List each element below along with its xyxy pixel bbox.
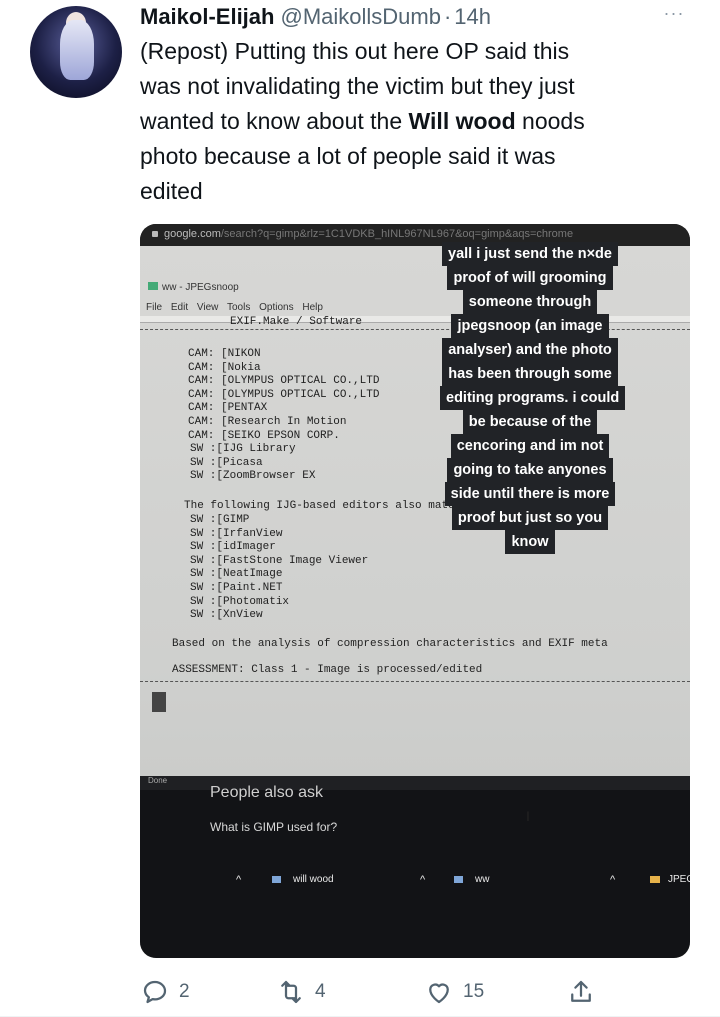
tweet-action-bar: 2 4 15 (140, 972, 700, 1012)
retweet-count: 4 (315, 981, 326, 1002)
tweet-header: Maikol-Elijah @MaikollsDumb · 14h (140, 0, 491, 34)
overlay-line: know (505, 530, 555, 554)
chevron-up-icon: ^ (420, 874, 426, 886)
sw-line: SW :[XnView (190, 609, 263, 622)
overlay-line: be because of the (462, 410, 598, 434)
download-item-label: ww (475, 874, 490, 885)
overlay-line: someone through (462, 290, 598, 314)
sw-line: SW :[ZoomBrowser EX (190, 470, 316, 483)
analysis-line: Based on the analysis of compression cha… (172, 638, 608, 650)
retweet-icon (281, 980, 301, 1004)
share-icon (571, 980, 591, 1002)
thumbnail (152, 692, 166, 712)
text-cursor-icon: I (526, 808, 530, 824)
cam-line: CAM: [PENTAX (188, 402, 268, 415)
tweet-text-fragment: noods (515, 108, 585, 134)
tweet-media-photo[interactable]: google.com/search?q=gimp&rlz=1C1VDKB_hIN… (140, 224, 690, 958)
sw-line: SW :[IJG Library (190, 443, 296, 456)
assessment-line: ASSESSMENT: Class 1 - Image is processed… (172, 664, 483, 676)
cam-line: CAM: [OLYMPUS OPTICAL CO.,LTD (188, 375, 380, 388)
tweet-text: (Repost) Putting this out here OP said t… (140, 34, 700, 209)
cam-line: CAM: [NIKON (188, 348, 261, 360)
people-also-ask-heading: People also ask (210, 784, 323, 801)
tweet-line: was not invalidating the victim but they… (140, 73, 575, 99)
like-count: 15 (463, 981, 485, 1002)
sw-line: SW :[idImager (190, 541, 276, 554)
retweet-button[interactable]: 4 (276, 972, 326, 1012)
cam-line: CAM: [Nokia (188, 361, 261, 374)
reply-button[interactable]: 2 (140, 972, 190, 1012)
app-icon (148, 282, 158, 290)
heart-icon (429, 983, 449, 1004)
overlay-line: yall i just send the n×de (442, 242, 618, 266)
sw-line: SW :[Photomatix (190, 595, 290, 608)
reply-count: 2 (179, 981, 190, 1002)
tweet-bold-text: Will wood (408, 108, 516, 134)
chevron-up-icon: ^ (610, 874, 616, 886)
tweet-line: wanted to know about the Will wood noods (140, 104, 700, 139)
chevron-up-icon: ^ (236, 874, 242, 886)
overlay-line: going to take anyones (447, 458, 613, 482)
cam-line: CAM: [OLYMPUS OPTICAL CO.,LTD (188, 388, 380, 401)
avatar[interactable] (30, 6, 122, 98)
share-button[interactable] (566, 972, 596, 1012)
console-header: EXIF.Make / Software (230, 316, 363, 328)
divider (140, 681, 690, 682)
people-also-ask-question: What is GIMP used for? (210, 820, 338, 834)
author-name[interactable]: Maikol-Elijah (140, 4, 274, 30)
author-handle[interactable]: @MaikollsDumb (280, 4, 440, 30)
like-button[interactable]: 15 (424, 972, 484, 1012)
download-bar: ^ will wood ^ ww ^ JPEG (140, 870, 690, 896)
folder-icon (650, 875, 660, 883)
overlay-line: side until there is more (444, 482, 616, 506)
download-item-label: JPEG (668, 874, 690, 885)
overlay-line: analyser) and the photo (442, 338, 618, 362)
overlay-line: editing programs. i could (440, 386, 626, 410)
tweet-text-fragment: wanted to know about the (140, 108, 409, 134)
sw-line: SW :[IrfanView (190, 527, 283, 540)
reply-icon (143, 980, 167, 1004)
url-host: google.com (164, 228, 221, 240)
separator: · (443, 4, 452, 29)
file-icon (272, 875, 281, 883)
download-item: ww (454, 874, 489, 885)
tweet-time[interactable]: 14h (454, 4, 491, 30)
sw-line: SW :[Picasa (190, 456, 263, 469)
menu-bar: File Edit View Tools Options Help (146, 302, 323, 313)
lock-icon (152, 231, 158, 237)
download-item: JPEG (650, 874, 690, 885)
overlay-line: cencoring and im not (450, 434, 610, 458)
tweet-line: photo because a lot of people said it wa… (140, 143, 556, 169)
window-title-text: ww - JPEGsnoop (162, 282, 239, 293)
avatar-figure (60, 20, 94, 80)
sw-line: SW :[Paint.NET (190, 582, 283, 594)
url-query: /search?q=gimp&rlz=1C1VDKB_hINL967NL967&… (220, 228, 574, 240)
file-icon (454, 875, 463, 883)
sw-line: SW :[GIMP (190, 514, 250, 526)
overlay-line: proof but just so you (451, 506, 609, 530)
sw-line: SW :[NeatImage (190, 568, 283, 581)
caption-overlay: yall i just send the n×de proof of will … (440, 242, 626, 554)
cam-line: CAM: [Research In Motion (188, 416, 347, 428)
overlay-line: jpegsnoop (an image (451, 314, 609, 338)
overlay-line: proof of will grooming (447, 266, 613, 290)
overlay-line: has been through some (442, 362, 618, 386)
tweet-line: edited (140, 178, 203, 204)
more-options-icon[interactable]: ··· (654, 0, 694, 26)
download-item-label: will wood (293, 874, 334, 885)
cam-line: CAM: [SEIKO EPSON CORP. (188, 429, 340, 442)
sw-line: SW :[FastStone Image Viewer (190, 554, 369, 567)
tweet-line: (Repost) Putting this out here OP said t… (140, 38, 570, 64)
download-item: will wood (272, 874, 334, 885)
window-title: ww - JPEGsnoop (148, 282, 239, 293)
